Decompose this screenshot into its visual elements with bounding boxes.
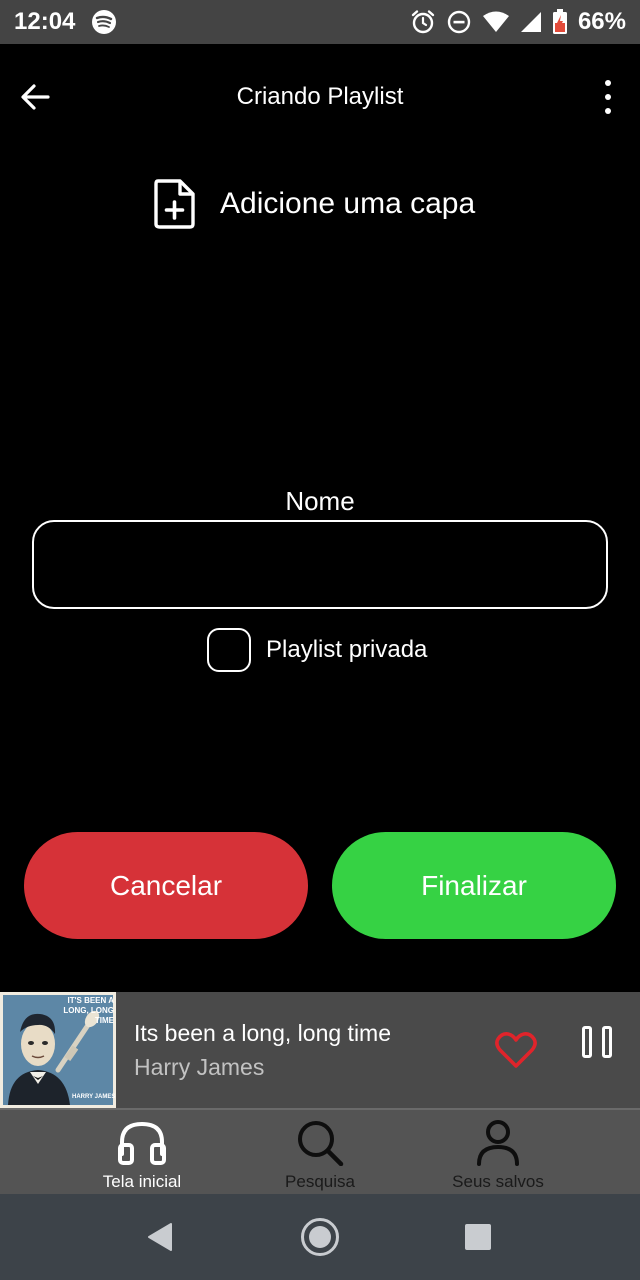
private-label: Playlist privada xyxy=(266,636,428,663)
heart-icon[interactable] xyxy=(494,1030,538,1070)
nav-label-home: Tela inicial xyxy=(102,1172,182,1191)
system-recents-button[interactable] xyxy=(462,1194,494,1280)
recents-square-icon xyxy=(465,1224,491,1250)
pause-bar xyxy=(582,1026,592,1058)
search-icon xyxy=(298,1121,344,1166)
app-bar: Criando Playlist xyxy=(0,44,640,150)
name-label: Nome xyxy=(285,486,355,516)
add-cover-button[interactable]: Adicione uma capa xyxy=(152,178,475,230)
more-dot xyxy=(605,94,611,100)
status-bar: 12:04 66% xyxy=(0,0,640,44)
home-circle-icon xyxy=(301,1218,339,1256)
private-checkbox[interactable] xyxy=(207,628,251,672)
nav-item-search[interactable]: Pesquisa xyxy=(250,1110,390,1196)
wifi-icon xyxy=(482,11,509,32)
system-back-button[interactable] xyxy=(140,1194,180,1280)
pause-button[interactable] xyxy=(582,1026,612,1060)
mini-player[interactable]: IT'S BEEN A LONG, LONG TIME HARRY JAMES … xyxy=(0,992,640,1108)
track-title: Its been a long, long time xyxy=(134,1020,391,1046)
system-nav-bar xyxy=(0,1194,640,1280)
nav-item-home[interactable]: Tela inicial xyxy=(72,1110,212,1196)
system-home-button[interactable] xyxy=(298,1194,342,1280)
nav-label-saved: Seus salvos xyxy=(452,1172,544,1191)
pause-bar xyxy=(602,1026,612,1058)
add-cover-label: Adicione uma capa xyxy=(220,187,476,220)
status-right: 66% xyxy=(410,8,626,36)
user-icon xyxy=(477,1120,519,1166)
finish-button[interactable]: Finalizar xyxy=(332,832,616,939)
more-vert-icon[interactable] xyxy=(598,80,618,114)
cancel-button[interactable]: Cancelar xyxy=(24,832,308,939)
spotify-icon xyxy=(92,10,117,34)
page-title: Criando Playlist xyxy=(236,83,404,110)
battery-percent: 66% xyxy=(577,8,626,35)
more-dot xyxy=(605,108,611,114)
nav-label-search: Pesquisa xyxy=(285,1172,355,1191)
signal-icon xyxy=(520,12,541,32)
private-checkbox-row[interactable]: Playlist privada xyxy=(207,628,427,672)
name-field[interactable] xyxy=(32,520,608,609)
arrow-back-icon[interactable] xyxy=(18,80,52,114)
do-not-disturb-icon xyxy=(447,10,471,34)
more-dot xyxy=(605,80,611,86)
battery-icon xyxy=(552,9,567,34)
back-triangle-icon xyxy=(148,1223,172,1251)
nav-item-saved[interactable]: Seus salvos xyxy=(428,1110,568,1196)
headphones-icon xyxy=(118,1121,166,1165)
album-art-artist: HARRY JAMES xyxy=(72,1094,116,1100)
alarm-icon xyxy=(411,10,435,34)
bottom-nav: Tela inicial Pesquisa Seus salvos xyxy=(0,1108,640,1194)
status-left: 12:04 xyxy=(14,8,117,36)
track-artist: Harry James xyxy=(134,1054,265,1080)
status-time: 12:04 xyxy=(14,8,76,35)
file-add-icon xyxy=(154,179,195,229)
album-art-title: IT'S BEEN A LONG, LONG TIME xyxy=(63,996,114,1025)
